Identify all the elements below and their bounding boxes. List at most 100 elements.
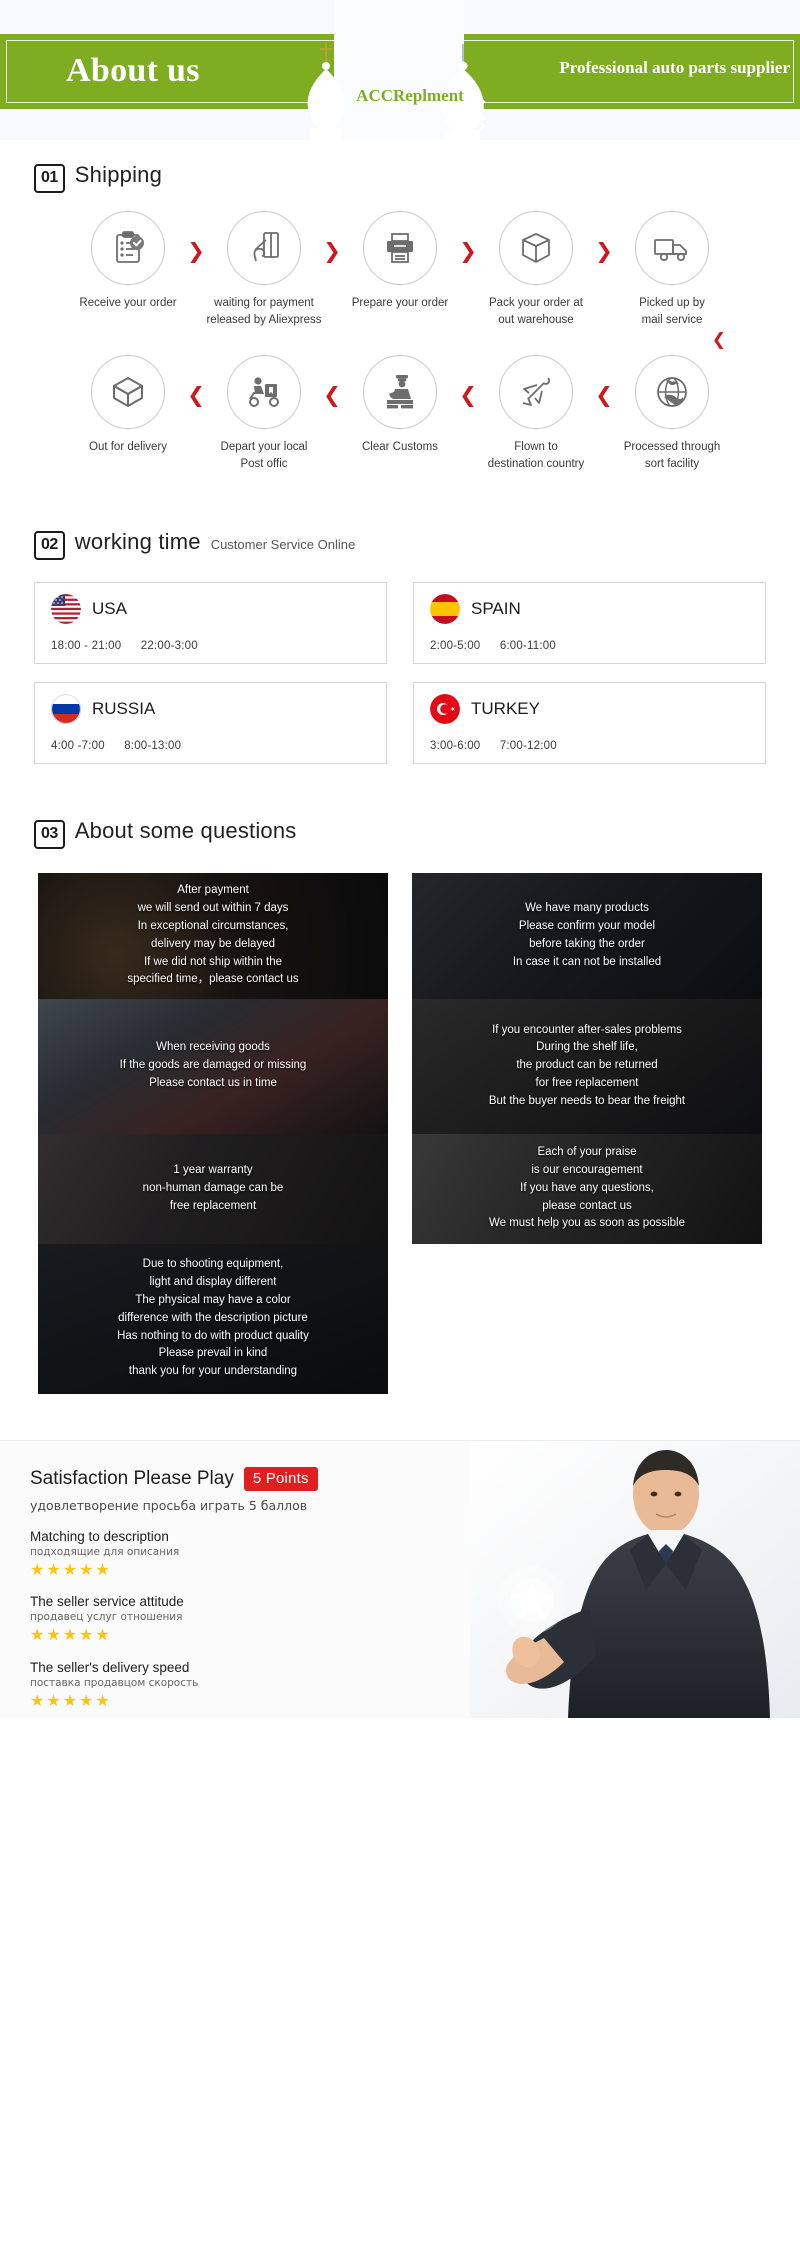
shipping-step: Clear Customs [341,355,459,456]
star-rating: ★★★★★ [30,1690,112,1710]
hours-slot: 6:00-11:00 [499,639,556,652]
printer-icon [363,211,437,285]
back-chevron-icon: ❮ [595,383,613,408]
usa-flag-icon [51,593,81,624]
hours-slot: 4:00 -7:00 [51,739,105,752]
rating-item: The seller's delivery speed поставка про… [30,1660,330,1710]
shipping-step-label: Out for delivery [89,441,167,454]
shipping-step: Processed through sort facility [613,355,731,472]
turkey-flag-icon [430,693,460,724]
rating-label-ru: продавец услуг отношения [30,1611,183,1624]
country-card-heading: USA [51,593,372,624]
faq-column-right: We have many products Please confirm you… [412,872,762,1244]
box-icon [499,211,573,285]
country-hours: 4:00 -7:00 8:00-13:00 [51,740,372,752]
hours-slot: 18:00 - 21:00 [51,639,122,652]
faq-text: After payment we will send out within 7 … [127,884,299,986]
faq-text: 1 year warranty non-human damage can be … [142,1163,284,1212]
hours-slot: 22:00-3:00 [140,639,198,652]
truck-icon [635,211,709,285]
country-hours: 2:00-5:00 6:00-11:00 [430,640,751,652]
rating-label-ru: подходящие для описания [30,1545,180,1558]
faq-text: Due to shooting equipment, light and dis… [117,1258,309,1378]
shipping-step: waiting for payment released by Aliexpre… [205,211,323,328]
header-tagline: Professional auto parts supplier [559,58,790,77]
section-number-badge: 01 [34,164,65,193]
russia-flag-icon [51,693,81,724]
satisfaction-subtitle: удовлетворение просьба играть 5 баллов [30,1497,308,1513]
country-name: SPAIN [471,598,521,618]
section-subtitle: Customer Service Online [210,536,356,552]
page-header: About us Professional auto parts supplie… [0,0,800,140]
back-chevron-icon: ❮ [323,383,341,408]
faq-text: When receiving goods If the goods are da… [119,1041,307,1090]
back-chevron-icon: ❮ [187,383,205,408]
page-title: About us [66,52,200,89]
faq-card: When receiving goods If the goods are da… [38,998,388,1134]
section-title: About some questions [74,817,297,843]
shipping-step-label: Picked up by mail service [639,297,705,326]
country-card-heading: TURKEY [430,693,751,724]
points-badge: 5 Points [243,1466,318,1491]
country-name: TURKEY [471,698,540,718]
shipping-step: Picked up by mail service [613,211,731,328]
rating-label-ru: поставка продавцом скорость [30,1676,199,1689]
hours-slot: 7:00-12:00 [499,739,557,752]
about-us-page: About us Professional auto parts supplie… [0,0,800,1718]
rating-item: The seller service attitude продавец усл… [30,1594,330,1644]
hand-card-icon [227,211,301,285]
shipping-step: Flown to destination country [477,355,595,472]
working-time-section: 02 working time Customer Service Online [0,473,800,764]
section-number-badge: 03 [34,819,65,849]
faq-columns: After payment we will send out within 7 … [0,849,800,1394]
shipping-step: Pack your order at out warehouse [477,211,595,328]
rating-item: Matching to description подходящие для о… [30,1529,330,1579]
rating-label-en: The seller's delivery speed [30,1659,190,1675]
faq-card: 1 year warranty non-human damage can be … [38,1133,388,1244]
shipping-section-header: 01 Shipping [0,162,800,193]
turn-down-chevron-icon: ❮ [711,330,726,351]
forward-chevron-icon: ❯ [595,239,613,263]
country-name: RUSSIA [92,698,156,718]
satisfaction-heading: Satisfaction Please Play 5 Points [30,1466,330,1491]
star-rating: ★★★★★ [30,1559,112,1579]
faq-card: Each of your praise is our encouragement… [412,1133,762,1244]
country-card-spain: SPAIN 2:00-5:00 6:00-11:00 [413,581,766,664]
hours-slot: 3:00-6:00 [430,739,481,752]
country-card-turkey: TURKEY 3:00-6:00 7:00-12:00 [413,681,766,764]
section-number-badge: 02 [34,530,65,560]
shipping-step-label: Prepare your order [351,297,449,309]
working-time-section-header: 02 working time Customer Service Online [0,529,800,560]
faq-column-left: After payment we will send out within 7 … [38,872,388,1394]
back-chevron-icon: ❮ [459,383,477,408]
satisfaction-title: Satisfaction Please Play [30,1467,234,1489]
scooter-icon [227,355,301,430]
faq-card: If you encounter after-sales problems Du… [412,998,762,1134]
country-card-usa: USA 18:00 - 21:00 22:00-3:00 [34,581,387,664]
shipping-step: Out for delivery [69,355,187,456]
section-title: working time [74,528,201,554]
rating-label-en: The seller service attitude [30,1594,184,1610]
businessman-photo [470,1440,800,1718]
country-card-heading: RUSSIA [51,693,372,724]
shipping-section: 01 Shipping Receive your order ❯ waiting… [0,140,800,473]
working-time-grid: USA 18:00 - 21:00 22:00-3:00 SPAIN 2:00-… [0,560,800,764]
open-box-icon [91,355,165,430]
section-title: Shipping [74,162,163,187]
shipping-step-label: Clear Customs [361,441,439,454]
faq-text: We have many products Please confirm you… [512,902,662,968]
shipping-step-label: waiting for payment released by Aliexpre… [206,297,322,326]
airplane-icon [499,355,573,430]
shipping-step-label: Pack your order at out warehouse [489,297,583,326]
forward-chevron-icon: ❯ [323,239,341,263]
faq-text: If you encounter after-sales problems Du… [488,1023,686,1107]
shipping-steps-row-1: Receive your order ❯ waiting for payment… [0,193,800,328]
customs-officer-icon [363,355,437,430]
spain-flag-icon [430,593,460,624]
rating-label-en: Matching to description [30,1528,169,1544]
globe-icon [635,355,709,430]
faq-card: After payment we will send out within 7 … [38,872,388,999]
country-card-heading: SPAIN [430,593,751,624]
star-rating: ★★★★★ [30,1625,112,1645]
brand-name: ACCReplment [356,86,464,105]
